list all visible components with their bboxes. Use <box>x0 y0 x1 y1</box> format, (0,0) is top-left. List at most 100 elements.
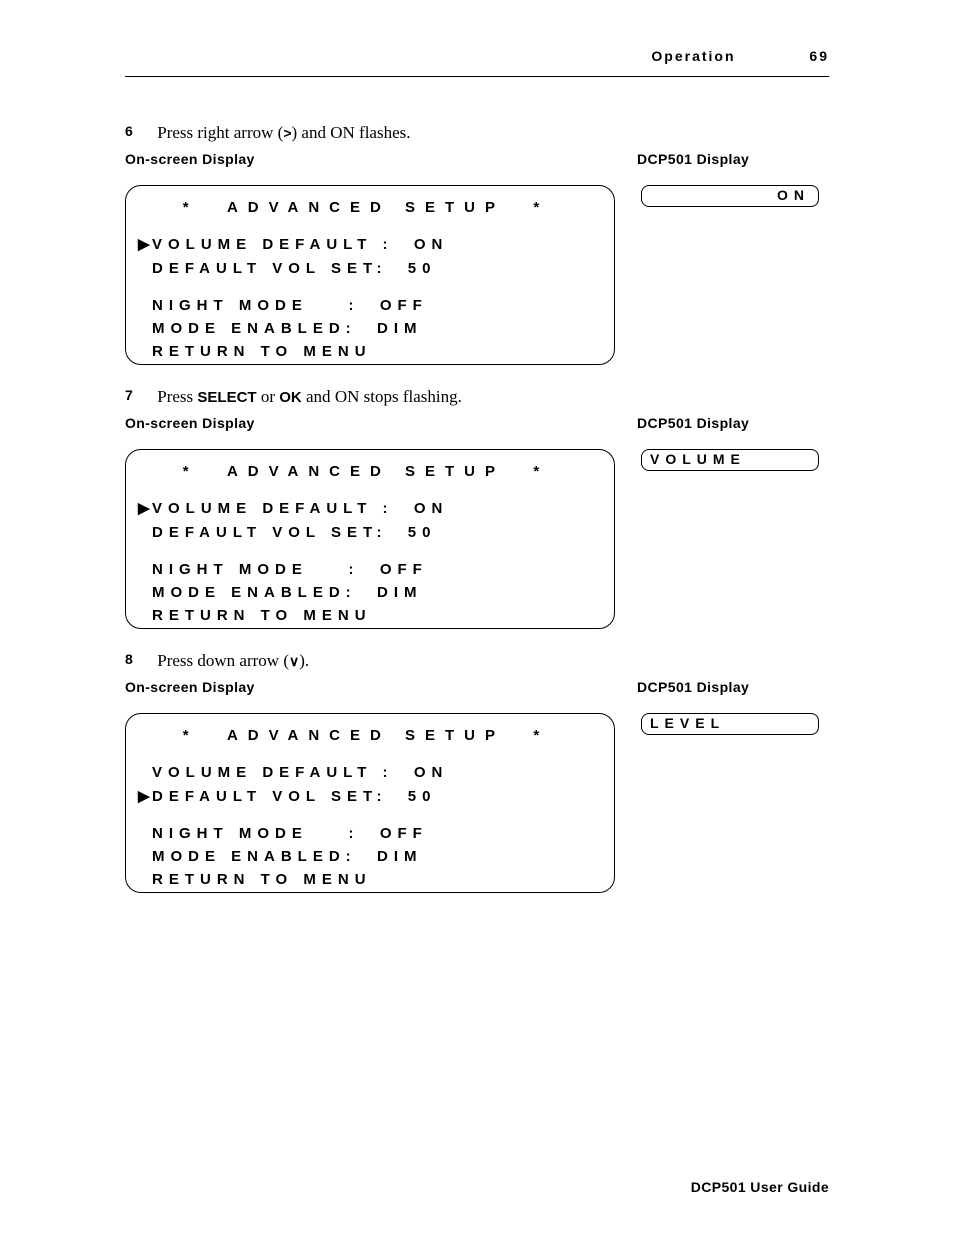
step-number: 7 <box>125 387 153 403</box>
dcp-text: ON <box>777 187 810 203</box>
dcp-screen: LEVEL <box>641 713 819 735</box>
dcp-label: DCP501 Display <box>637 415 749 431</box>
osd-line: VOLUME DEFAULT : ON <box>138 761 594 784</box>
star-icon: * <box>533 199 549 216</box>
dcp-text: LEVEL <box>650 715 725 731</box>
page-header: Operation 69 <box>125 40 829 77</box>
display-pair-8: * ADVANCED SETUP * VOLUME DEFAULT : ON ▶… <box>125 707 859 901</box>
step-7: 7 Press SELECT or OK and ON stops flashi… <box>125 387 859 407</box>
osd-line: DEFAULT VOL SET: 50 <box>138 521 594 544</box>
star-icon: * <box>183 199 199 216</box>
osd-item-value: OFF <box>380 297 428 314</box>
cursor-icon: ▶ <box>138 233 152 256</box>
step-text-fragment: Press right arrow ( <box>157 123 283 142</box>
arrow-right-icon: > <box>283 125 291 141</box>
osd-item-value: OFF <box>380 825 428 842</box>
step-text-fragment: flashes. <box>355 123 411 142</box>
button-name: OK <box>279 389 302 406</box>
arrow-down-icon: ∨ <box>289 653 299 669</box>
step-text-fragment: ). <box>299 651 309 670</box>
osd-line: RETURN TO MENU <box>138 604 594 627</box>
osd-item-label: RETURN TO MENU <box>152 871 372 888</box>
osd-item-label: VOLUME DEFAULT : <box>152 500 394 517</box>
osd-line: RETURN TO MENU <box>138 868 594 891</box>
header-right: Operation 69 <box>651 48 829 64</box>
step-text: Press down arrow (∨). <box>157 651 309 670</box>
osd-item-label: DEFAULT VOL SET: <box>152 260 387 277</box>
step-flash-word: ON <box>335 387 360 406</box>
osd-line: MODE ENABLED: DIM <box>138 581 594 604</box>
step-text-fragment: Press down arrow ( <box>157 651 289 670</box>
osd-item-label: MODE ENABLED: <box>152 584 357 601</box>
button-name: SELECT <box>197 389 256 406</box>
osd-item-value: DIM <box>377 320 423 337</box>
osd-label: On-screen Display <box>125 415 255 431</box>
step-text-fragment: or <box>257 387 280 406</box>
osd-item-value: ON <box>414 764 449 781</box>
osd-label: On-screen Display <box>125 679 255 695</box>
osd-screen: * ADVANCED SETUP * VOLUME DEFAULT : ON ▶… <box>125 713 615 893</box>
osd-label: On-screen Display <box>125 151 255 167</box>
osd-line: MODE ENABLED: DIM <box>138 317 594 340</box>
osd-screen: * ADVANCED SETUP * ▶VOLUME DEFAULT : ON … <box>125 185 615 365</box>
osd-line: MODE ENABLED: DIM <box>138 845 594 868</box>
osd-line-selected: ▶DEFAULT VOL SET: 50 <box>138 785 594 808</box>
display-labels: On-screen Display DCP501 Display <box>125 151 859 173</box>
header-page-number: 69 <box>809 48 829 64</box>
osd-title-text: ADVANCED SETUP <box>227 727 505 744</box>
step-text-fragment: stops flashing. <box>359 387 461 406</box>
cursor-icon: ▶ <box>138 785 152 808</box>
osd-line-selected: ▶VOLUME DEFAULT : ON <box>138 497 594 520</box>
step-text: Press right arrow (>) and ON flashes. <box>157 123 410 142</box>
osd-line: RETURN TO MENU <box>138 340 594 363</box>
osd-item-label: NIGHT MODE : <box>152 561 360 578</box>
display-pair-6: * ADVANCED SETUP * ▶VOLUME DEFAULT : ON … <box>125 179 859 373</box>
star-icon: * <box>183 727 199 744</box>
osd-title: * ADVANCED SETUP * <box>138 460 594 483</box>
osd-item-label: VOLUME DEFAULT : <box>152 764 394 781</box>
osd-item-label: DEFAULT VOL SET: <box>152 524 387 541</box>
osd-item-label: NIGHT MODE : <box>152 825 360 842</box>
osd-item-label: RETURN TO MENU <box>152 343 372 360</box>
osd-item-value: OFF <box>380 561 428 578</box>
page: Operation 69 6 Press right arrow (>) and… <box>0 0 954 1235</box>
osd-line: NIGHT MODE : OFF <box>138 822 594 845</box>
osd-line: DEFAULT VOL SET: 50 <box>138 257 594 280</box>
display-pair-7: * ADVANCED SETUP * ▶VOLUME DEFAULT : ON … <box>125 443 859 637</box>
osd-item-label: NIGHT MODE : <box>152 297 360 314</box>
osd-item-value: 50 <box>408 260 437 277</box>
step-number: 8 <box>125 651 153 667</box>
step-6: 6 Press right arrow (>) and ON flashes. <box>125 123 859 143</box>
osd-line-selected: ▶VOLUME DEFAULT : ON <box>138 233 594 256</box>
osd-item-value: 50 <box>408 788 437 805</box>
osd-title-text: ADVANCED SETUP <box>227 199 505 216</box>
osd-screen: * ADVANCED SETUP * ▶VOLUME DEFAULT : ON … <box>125 449 615 629</box>
step-8: 8 Press down arrow (∨). <box>125 651 859 671</box>
osd-item-value: DIM <box>377 584 423 601</box>
osd-item-label: VOLUME DEFAULT : <box>152 236 394 253</box>
osd-line: NIGHT MODE : OFF <box>138 294 594 317</box>
step-number: 6 <box>125 123 153 139</box>
osd-item-value: ON <box>414 500 449 517</box>
step-text: Press SELECT or OK and ON stops flashing… <box>157 387 462 406</box>
step-text-fragment: ) and <box>292 123 331 142</box>
osd-item-label: MODE ENABLED: <box>152 320 357 337</box>
display-labels: On-screen Display DCP501 Display <box>125 415 859 437</box>
star-icon: * <box>533 727 549 744</box>
step-flash-word: ON <box>330 123 355 142</box>
osd-title: * ADVANCED SETUP * <box>138 724 594 747</box>
display-labels: On-screen Display DCP501 Display <box>125 679 859 701</box>
dcp-screen: VOLUME <box>641 449 819 471</box>
osd-item-value: ON <box>414 236 449 253</box>
header-section: Operation <box>651 48 735 64</box>
osd-item-label: MODE ENABLED: <box>152 848 357 865</box>
star-icon: * <box>533 463 549 480</box>
page-footer: DCP501 User Guide <box>691 1179 829 1195</box>
osd-item-value: DIM <box>377 848 423 865</box>
dcp-screen: ON <box>641 185 819 207</box>
dcp-label: DCP501 Display <box>637 151 749 167</box>
step-text-fragment: and <box>302 387 335 406</box>
dcp-text: VOLUME <box>650 451 746 467</box>
osd-item-label: RETURN TO MENU <box>152 607 372 624</box>
osd-title-text: ADVANCED SETUP <box>227 463 505 480</box>
